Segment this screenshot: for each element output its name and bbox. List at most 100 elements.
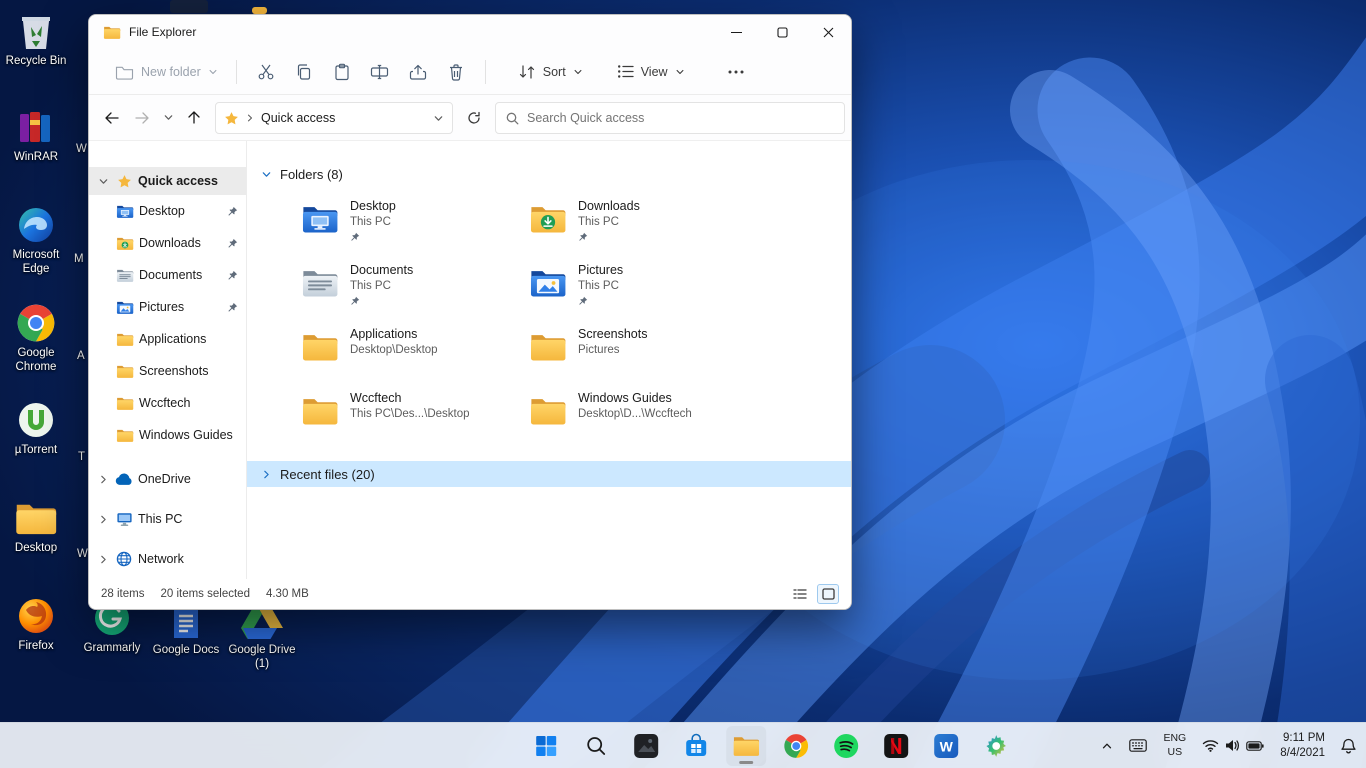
address-bar[interactable]: Quick access (215, 102, 453, 134)
search-button[interactable] (576, 726, 616, 766)
desktop-icon-partial[interactable] (252, 7, 267, 14)
paste-button[interactable] (323, 57, 361, 87)
search-box[interactable] (495, 102, 845, 134)
sidebar-item-windows-guides[interactable]: Windows Guides (89, 419, 246, 451)
desktop-icon-recycle-bin[interactable]: Recycle Bin (2, 10, 70, 69)
back-button[interactable] (97, 103, 127, 133)
share-button[interactable] (399, 57, 437, 87)
sidebar-item-onedrive[interactable]: OneDrive (89, 459, 246, 499)
sort-label: Sort (543, 65, 566, 79)
desktop-icon-partial-label[interactable]: A (77, 350, 85, 362)
language-switcher[interactable]: ENG US (1157, 726, 1192, 766)
breadcrumb[interactable]: Quick access (261, 111, 335, 125)
sidebar-item-documents[interactable]: Documents (89, 259, 246, 291)
touch-keyboard-button[interactable] (1123, 726, 1153, 766)
folders-group-header[interactable]: Folders (8) (255, 161, 349, 187)
sidebar-item-quick-access[interactable]: Quick access (89, 167, 246, 195)
desktop-icon-partial-label[interactable]: T (78, 451, 85, 463)
taskbar-chrome-button[interactable] (776, 726, 816, 766)
chevron-right-icon[interactable] (98, 514, 110, 525)
large-icons-view-button[interactable] (817, 584, 839, 604)
folder-tile-desktop[interactable]: Desktop This PC (297, 197, 513, 251)
desktop-icon-partial[interactable] (170, 0, 208, 13)
desktop-icon-google-chrome[interactable]: Google Chrome (2, 302, 70, 375)
folder-name: Pictures (578, 263, 623, 279)
address-dropdown-chevron[interactable] (433, 113, 444, 124)
notification-center-button[interactable] (1335, 726, 1362, 766)
windows-start-icon (534, 734, 558, 758)
sidebar-item-wccftech[interactable]: Wccftech (89, 387, 246, 419)
start-button[interactable] (526, 726, 566, 766)
desktop-icon-utorrent[interactable]: µTorrent (2, 399, 70, 458)
hidden-icons-button[interactable] (1095, 726, 1119, 766)
folder-tile-windows-guides[interactable]: Windows Guides Desktop\D...\Wccftech (525, 389, 741, 443)
cut-button[interactable] (247, 57, 285, 87)
folder-tile-downloads[interactable]: Downloads This PC (525, 197, 741, 251)
clock[interactable]: 9:11 PM 8/4/2021 (1274, 726, 1331, 766)
close-button[interactable] (805, 15, 851, 49)
chevron-down-icon[interactable] (98, 176, 110, 187)
sidebar-item-downloads[interactable]: Downloads (89, 227, 246, 259)
pin-icon (227, 302, 238, 313)
taskbar-spotify-button[interactable] (826, 726, 866, 766)
folder-tile-applications[interactable]: Applications Desktop\Desktop (297, 325, 513, 379)
chevron-right-icon[interactable] (98, 474, 110, 485)
desktop-icon-microsoft-edge[interactable]: Microsoft Edge (2, 204, 70, 277)
desktop-icon-winrar[interactable]: WinRAR (2, 106, 70, 165)
desktop-folder-icon (116, 203, 134, 219)
taskbar-word-button[interactable]: W (926, 726, 966, 766)
up-button[interactable] (179, 103, 209, 133)
folder-tile-wccftech[interactable]: Wccftech This PC\Des...\Desktop (297, 389, 513, 443)
desktop-icon-firefox[interactable]: Firefox (2, 595, 70, 654)
sidebar-item-label: Applications (139, 332, 206, 346)
sidebar-item-label: This PC (138, 512, 182, 526)
sort-button[interactable]: Sort (510, 58, 591, 86)
sidebar-item-label: Documents (139, 268, 202, 282)
recent-files-group-header[interactable]: Recent files (20) (247, 461, 851, 487)
folder-tile-documents[interactable]: Documents This PC (297, 261, 513, 315)
sidebar-item-network[interactable]: Network (89, 539, 246, 579)
new-folder-button[interactable]: New folder (107, 58, 226, 86)
sidebar-item-applications[interactable]: Applications (89, 323, 246, 355)
folder-icon (301, 394, 339, 428)
language-line2: US (1163, 746, 1186, 759)
desktop-icon-partial-label[interactable]: W (76, 143, 87, 155)
rename-button[interactable] (361, 57, 399, 87)
forward-button[interactable] (127, 103, 157, 133)
folder-tile-pictures[interactable]: Pictures This PC (525, 261, 741, 315)
system-tray-quick-settings[interactable] (1196, 726, 1270, 766)
sidebar-item-label: OneDrive (138, 472, 191, 486)
more-options-button[interactable] (717, 64, 755, 80)
network-globe-icon (115, 551, 133, 567)
desktop-icon-desktop-folder[interactable]: Desktop (2, 497, 70, 556)
taskbar-netflix-button[interactable] (876, 726, 916, 766)
maximize-button[interactable] (759, 15, 805, 49)
taskbar-photos-button[interactable] (626, 726, 666, 766)
copy-icon (295, 63, 313, 81)
copy-button[interactable] (285, 57, 323, 87)
chevron-right-icon[interactable] (98, 554, 110, 565)
taskbar-file-explorer-button[interactable] (726, 726, 766, 766)
desktop-icon-label: Google Drive (1) (228, 644, 296, 672)
minimize-button[interactable] (713, 15, 759, 49)
winrar-icon (14, 106, 58, 148)
sidebar-item-this-pc[interactable]: This PC (89, 499, 246, 539)
taskbar-settings-button[interactable] (976, 726, 1016, 766)
recent-locations-button[interactable] (157, 103, 179, 133)
sidebar-item-screenshots[interactable]: Screenshots (89, 355, 246, 387)
view-button[interactable]: View (609, 58, 693, 85)
titlebar[interactable]: File Explorer (89, 15, 851, 49)
desktop-icon-partial-label[interactable]: W (77, 548, 88, 560)
sidebar-item-desktop[interactable]: Desktop (89, 195, 246, 227)
delete-button[interactable] (437, 57, 475, 87)
folders-group-label: Folders (8) (280, 167, 343, 182)
taskbar-store-button[interactable] (676, 726, 716, 766)
chevron-down-icon (675, 67, 685, 77)
folder-tile-screenshots[interactable]: Screenshots Pictures (525, 325, 741, 379)
sidebar-item-pictures[interactable]: Pictures (89, 291, 246, 323)
desktop-icon-partial-label[interactable]: M (74, 253, 84, 265)
refresh-button[interactable] (461, 105, 487, 131)
details-view-button[interactable] (789, 584, 811, 604)
folder-location: This PC\Des...\Desktop (350, 407, 470, 422)
search-input[interactable] (527, 111, 834, 125)
